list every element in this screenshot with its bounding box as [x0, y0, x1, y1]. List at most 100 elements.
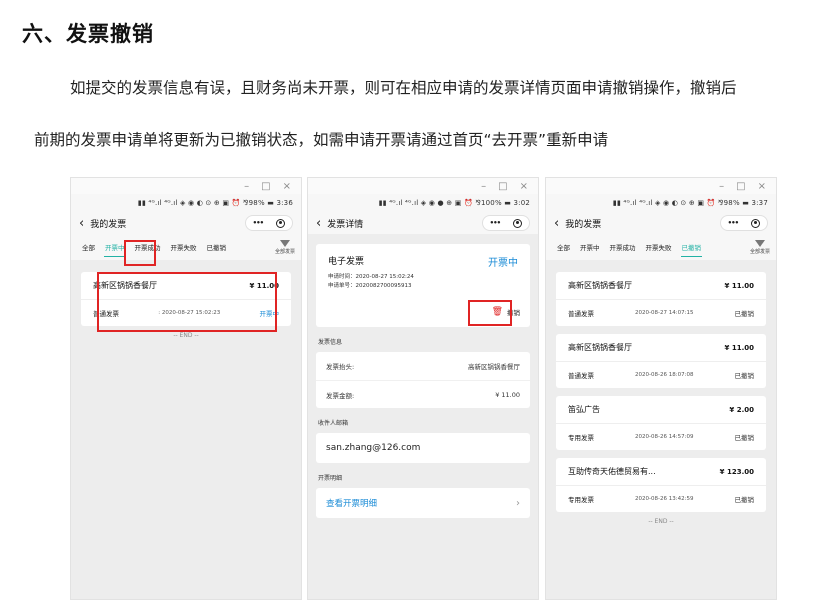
invoice-date: 2020-08-26 13:42:59 — [635, 496, 694, 502]
minimize-icon[interactable]: – — [244, 181, 249, 192]
info-row-amount: 发票金额: ¥ 11.00 — [316, 380, 530, 408]
invoice-status: 已撤销 — [734, 372, 754, 380]
invoice-date: 2020-08-26 14:57:09 — [635, 434, 694, 440]
phone-status-bar: ▮▮ ⁴ᴳ.ıl ⁴ᴳ.ıl ◈ ◉ ● ⊕ ▣ ⏰ ⅋100% ▬ 3:02 — [308, 194, 538, 212]
tab-all[interactable]: 全部 — [552, 234, 575, 260]
filter-button[interactable]: 全部发票 — [274, 239, 295, 255]
invoice-status: 已撤销 — [734, 496, 754, 504]
details-card[interactable]: 查看开票明细 › — [316, 488, 530, 518]
nav-bar: ‹ 我的发票 ••• — [71, 212, 301, 234]
apply-time: 申请时间：2020-08-27 15:02:24 — [328, 274, 414, 280]
invoice-status: 已撤销 — [734, 310, 754, 318]
info-value: 高新区锅锅香餐厅 — [468, 363, 520, 371]
more-icon[interactable]: ••• — [728, 219, 739, 227]
maximize-icon[interactable]: □ — [261, 181, 270, 192]
invoice-status: 已撤销 — [734, 434, 754, 442]
window-titlebar: – □ × — [546, 178, 776, 194]
screenshot-invoice-list-pending: – □ × ▮▮ ⁴ᴳ.ıl ⁴ᴳ.ıl ◈ ◉ ◐ ⊙ ⊕ ▣ ⏰ ⅋98% … — [70, 177, 302, 600]
close-miniapp-icon[interactable] — [751, 218, 761, 228]
page-title: 我的发票 — [565, 219, 602, 230]
invoice-type: 普通发票 — [568, 310, 594, 318]
tab-all[interactable]: 全部 — [77, 234, 100, 260]
section-invoice-info: 发票信息 — [318, 339, 343, 346]
tab-cancelled[interactable]: 已撤销 — [202, 234, 232, 260]
close-miniapp-icon[interactable] — [276, 218, 286, 228]
page-title: 我的发票 — [90, 219, 127, 230]
filter-label: 全部发票 — [749, 248, 770, 255]
back-icon[interactable]: ‹ — [554, 216, 559, 231]
invoice-card[interactable]: 高新区锅锅香餐厅 ¥ 11.00 普通发票 2020-08-27 14:07:1… — [556, 272, 766, 326]
invoice-date: 2020-08-26 18:07:08 — [635, 372, 694, 378]
invoice-type: 专用发票 — [568, 496, 594, 504]
close-icon[interactable]: × — [520, 181, 528, 192]
info-key: 发票抬头: — [326, 363, 355, 371]
maximize-icon[interactable]: □ — [736, 181, 745, 192]
invoice-date: 2020-08-27 14:07:15 — [635, 310, 694, 316]
status-tabs: 全部 开票中 开票成功 开票失败 已撤销 全部发票 — [546, 234, 776, 260]
invoice-name: 高新区锅锅香餐厅 — [568, 281, 632, 290]
invoice-type: 专用发票 — [568, 434, 594, 442]
minimize-icon[interactable]: – — [481, 181, 486, 192]
tab-cancelled[interactable]: 已撤销 — [677, 234, 707, 260]
invoice-name: 笛弘广告 — [568, 405, 600, 414]
filter-icon — [279, 239, 290, 247]
section-heading: 六、发票撤销 — [22, 22, 154, 46]
maximize-icon[interactable]: □ — [498, 181, 507, 192]
chevron-right-icon: › — [516, 497, 520, 509]
filter-label: 全部发票 — [274, 248, 295, 255]
paragraph-line-2: 前期的发票申请单将更新为已撤销状态，如需申请开票请通过首页“去开票”重新申请 — [34, 131, 609, 149]
recipient-email: san.zhang@126.com — [326, 443, 421, 453]
page-title: 发票详情 — [327, 219, 364, 230]
apply-number: 申请单号：2020082700095913 — [328, 283, 412, 289]
nav-bar: ‹ 发票详情 ••• — [308, 212, 538, 234]
phone-status-bar: ▮▮ ⁴ᴳ.ıl ⁴ᴳ.ıl ◈ ◉ ◐ ⊙ ⊕ ▣ ⏰ ⅋98% ▬ 3:37 — [546, 194, 776, 212]
miniapp-capsule[interactable]: ••• — [482, 215, 530, 231]
invoice-info-card: 发票抬头: 高新区锅锅香餐厅 发票金额: ¥ 11.00 — [316, 352, 530, 408]
tab-success[interactable]: 开票成功 — [605, 234, 641, 260]
invoice-card[interactable]: 笛弘广告 ¥ 2.00 专用发票 2020-08-26 14:57:09 已撤销 — [556, 396, 766, 450]
status-tabs: 全部 开票中 开票成功 开票失败 已撤销 全部发票 — [71, 234, 301, 260]
nav-bar: ‹ 我的发票 ••• — [546, 212, 776, 234]
info-key: 发票金额: — [326, 391, 355, 400]
close-icon[interactable]: × — [283, 181, 291, 192]
paragraph-line-1: 如提交的发票信息有误，且财务尚未开票，则可在相应申请的发票详情页面申请撤销操作，… — [70, 79, 737, 97]
info-row-title: 发票抬头: 高新区锅锅香餐厅 — [316, 352, 530, 380]
back-icon[interactable]: ‹ — [316, 216, 321, 231]
invoice-name: 高新区锅锅香餐厅 — [568, 343, 632, 352]
info-value: ¥ 11.00 — [495, 390, 520, 399]
invoice-amount: ¥ 2.00 — [729, 405, 754, 414]
minimize-icon[interactable]: – — [719, 181, 724, 192]
window-titlebar: – □ × — [71, 178, 301, 194]
screenshot-invoice-detail: – □ × ▮▮ ⁴ᴳ.ıl ⁴ᴳ.ıl ◈ ◉ ● ⊕ ▣ ⏰ ⅋100% ▬… — [307, 177, 539, 600]
highlight-box-cancel — [468, 300, 512, 326]
more-icon[interactable]: ••• — [253, 219, 264, 227]
miniapp-capsule[interactable]: ••• — [720, 215, 768, 231]
tab-failed[interactable]: 开票失败 — [166, 234, 202, 260]
invoice-name: 互助传奇天佑德贸易有... — [568, 467, 656, 476]
einvoice-title: 电子发票 — [328, 257, 365, 267]
highlight-box-card — [97, 272, 277, 332]
close-miniapp-icon[interactable] — [513, 218, 523, 228]
phone-status-bar: ▮▮ ⁴ᴳ.ıl ⁴ᴳ.ıl ◈ ◉ ◐ ⊙ ⊕ ▣ ⏰ ⅋98% ▬ 3:36 — [71, 194, 301, 212]
invoice-amount: ¥ 123.00 — [719, 467, 754, 476]
window-titlebar: – □ × — [308, 178, 538, 194]
invoice-amount: ¥ 11.00 — [724, 281, 754, 290]
filter-icon — [754, 239, 765, 247]
highlight-box-tab — [124, 240, 156, 266]
back-icon[interactable]: ‹ — [79, 216, 84, 231]
view-details-link[interactable]: 查看开票明细 — [326, 497, 377, 509]
more-icon[interactable]: ••• — [490, 219, 501, 227]
einvoice-status: 开票中 — [488, 258, 518, 269]
close-icon[interactable]: × — [758, 181, 766, 192]
invoice-type: 普通发票 — [568, 372, 594, 380]
filter-button[interactable]: 全部发票 — [749, 239, 770, 255]
screenshot-invoice-list-cancelled: – □ × ▮▮ ⁴ᴳ.ıl ⁴ᴳ.ıl ◈ ◉ ◐ ⊙ ⊕ ▣ ⏰ ⅋98% … — [545, 177, 777, 600]
tab-pending[interactable]: 开票中 — [575, 234, 605, 260]
section-details: 开票明细 — [318, 475, 343, 482]
tab-failed[interactable]: 开票失败 — [641, 234, 677, 260]
section-email: 收件人邮箱 — [318, 420, 349, 427]
miniapp-capsule[interactable]: ••• — [245, 215, 293, 231]
email-card: san.zhang@126.com — [316, 433, 530, 463]
invoice-card[interactable]: 高新区锅锅香餐厅 ¥ 11.00 普通发票 2020-08-26 18:07:0… — [556, 334, 766, 388]
invoice-card[interactable]: 互助传奇天佑德贸易有... ¥ 123.00 专用发票 2020-08-26 1… — [556, 458, 766, 512]
